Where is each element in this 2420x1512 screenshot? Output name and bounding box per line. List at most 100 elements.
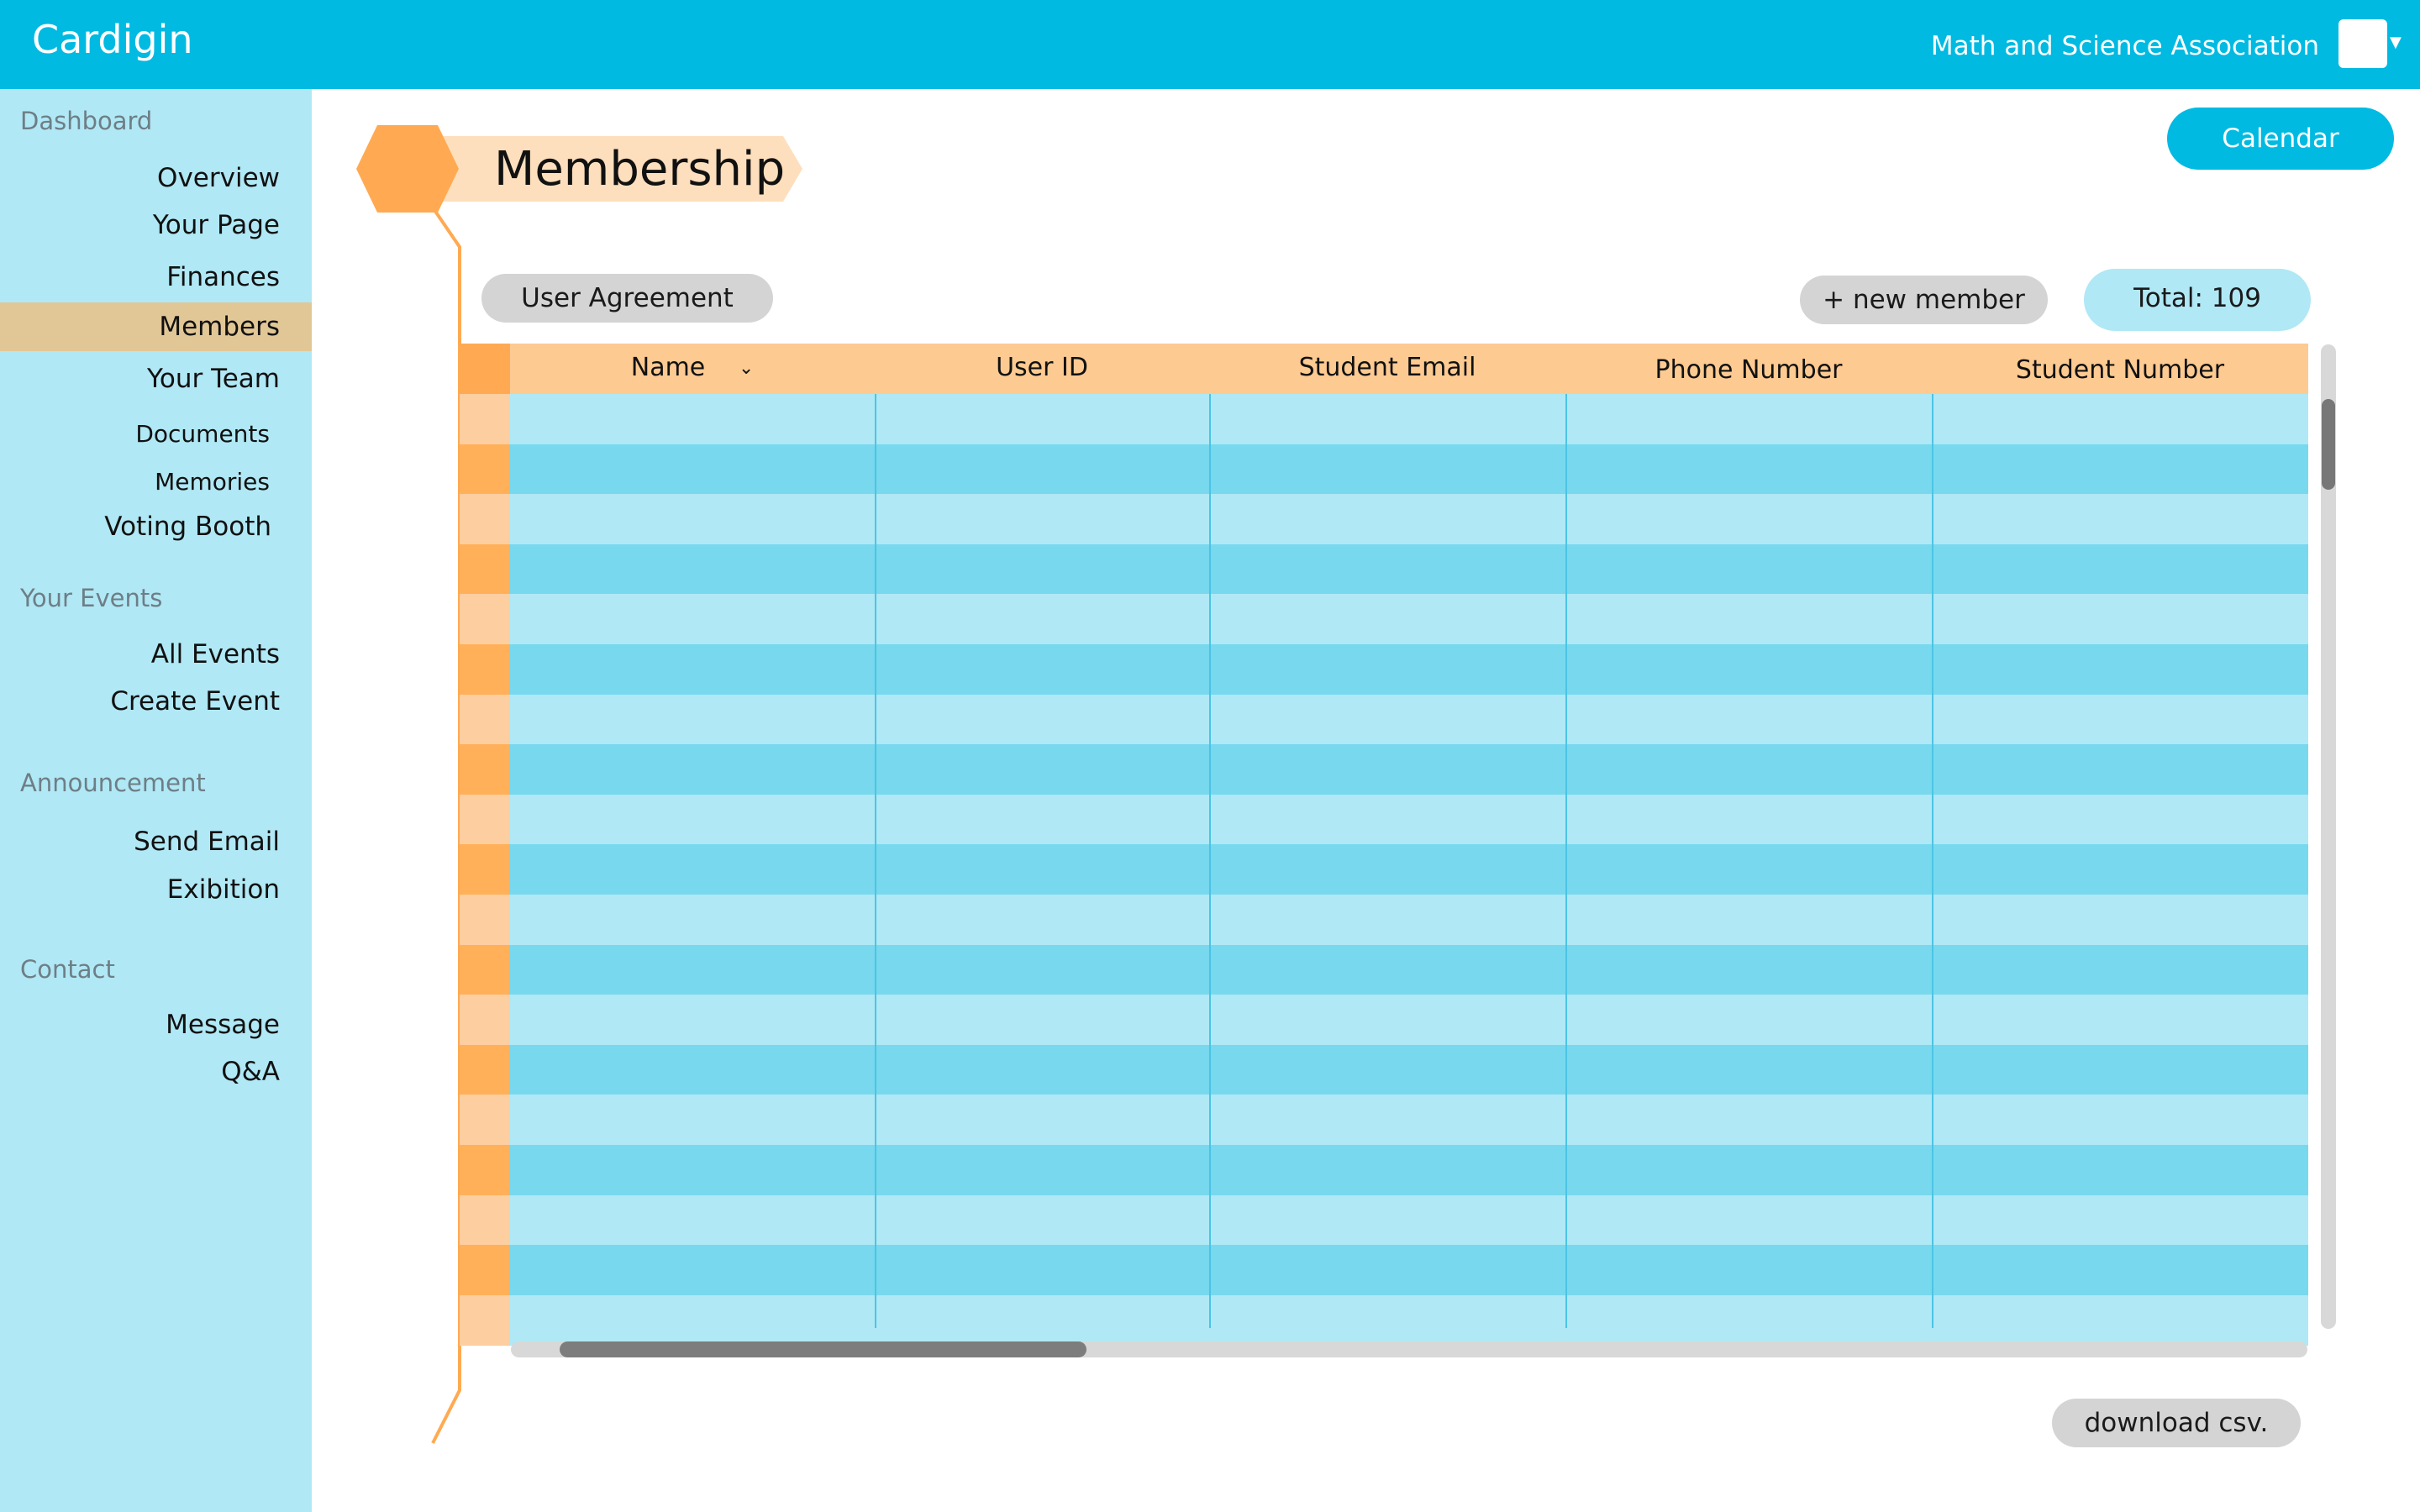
table-row[interactable]	[460, 1245, 2308, 1296]
table-row[interactable]	[460, 444, 2308, 495]
row-select-cell[interactable]	[460, 1245, 510, 1296]
row-select-cell[interactable]	[460, 844, 510, 895]
sidebar-item-all-events[interactable]: All Events	[151, 636, 280, 673]
sidebar-item-send-email[interactable]: Send Email	[134, 823, 280, 860]
row-select-cell[interactable]	[460, 1044, 510, 1095]
row-cells	[510, 1095, 2308, 1146]
calendar-button[interactable]: Calendar	[2167, 108, 2394, 170]
sidebar: Dashboard Overview Your Page Finances Me…	[0, 89, 312, 1512]
table-row[interactable]	[460, 1294, 2308, 1346]
hexagon-icon	[376, 124, 395, 213]
new-member-button[interactable]: + new member	[1800, 276, 2048, 324]
sidebar-item-memories[interactable]: Memories	[155, 464, 270, 501]
chevron-down-icon[interactable]: ▼	[2390, 30, 2402, 55]
row-select-cell[interactable]	[460, 794, 510, 845]
column-header-user-id[interactable]: User ID	[875, 344, 1209, 394]
row-select-cell[interactable]	[460, 1145, 510, 1195]
sidebar-item-message[interactable]: Message	[166, 1006, 280, 1043]
table-row[interactable]	[460, 1194, 2308, 1246]
table-row[interactable]	[460, 844, 2308, 895]
row-select-cell[interactable]	[460, 644, 510, 695]
user-agreement-button[interactable]: User Agreement	[481, 274, 773, 323]
sidebar-item-members[interactable]: Members	[159, 308, 280, 345]
row-cells	[510, 694, 2308, 745]
row-cells	[510, 494, 2308, 545]
column-header-name-label: Name	[630, 353, 706, 382]
table-row[interactable]	[460, 744, 2308, 795]
row-select-cell[interactable]	[460, 1194, 510, 1246]
app-title[interactable]: Cardigin	[32, 13, 193, 66]
download-csv-button[interactable]: download csv.	[2052, 1399, 2301, 1447]
row-cells	[510, 1044, 2308, 1095]
row-select-cell[interactable]	[460, 594, 510, 645]
row-cells	[510, 644, 2308, 695]
page-title: Membership	[494, 142, 786, 197]
vertical-scrollbar[interactable]	[2321, 344, 2336, 1329]
avatar[interactable]	[2338, 19, 2387, 68]
table-row[interactable]	[460, 494, 2308, 545]
organization-name: Math and Science Association	[1930, 31, 2319, 61]
table-row[interactable]	[460, 1095, 2308, 1146]
sidebar-item-overview[interactable]: Overview	[157, 160, 280, 197]
sidebar-item-your-page[interactable]: Your Page	[153, 207, 280, 244]
sidebar-section-dashboard: Dashboard	[20, 107, 153, 135]
row-select-cell[interactable]	[460, 1294, 510, 1346]
table-row[interactable]	[460, 944, 2308, 995]
sidebar-item-documents[interactable]: Documents	[135, 416, 270, 453]
table-row[interactable]	[460, 1044, 2308, 1095]
table-header-corner	[460, 344, 510, 394]
row-select-cell[interactable]	[460, 895, 510, 945]
total-count-badge: Total: 109	[2084, 269, 2311, 331]
row-select-cell[interactable]	[460, 995, 510, 1046]
row-cells	[510, 794, 2308, 845]
row-select-cell[interactable]	[460, 694, 510, 745]
column-divider	[1932, 394, 1933, 1328]
row-select-cell[interactable]	[460, 394, 510, 444]
table-row[interactable]	[460, 895, 2308, 945]
row-cells	[510, 394, 2308, 444]
table-header: Name ⌄ User ID Student Email Phone Numbe…	[460, 344, 2308, 394]
sort-chevron-icon[interactable]: ⌄	[739, 344, 754, 393]
column-header-phone-number[interactable]: Phone Number	[1565, 346, 1932, 396]
members-table: Name ⌄ User ID Student Email Phone Numbe…	[460, 344, 2308, 1346]
row-cells	[510, 1145, 2308, 1195]
table-row[interactable]	[460, 394, 2308, 444]
row-select-cell[interactable]	[460, 494, 510, 545]
table-row[interactable]	[460, 644, 2308, 695]
column-header-name[interactable]: Name ⌄	[510, 344, 875, 394]
table-row[interactable]	[460, 543, 2308, 595]
row-select-cell[interactable]	[460, 744, 510, 795]
row-cells	[510, 1245, 2308, 1296]
sidebar-item-exibition[interactable]: Exibition	[167, 871, 280, 908]
sidebar-item-your-team[interactable]: Your Team	[147, 360, 280, 397]
column-divider	[875, 394, 876, 1328]
table-row[interactable]	[460, 1145, 2308, 1195]
sidebar-item-qa[interactable]: Q&A	[221, 1053, 280, 1090]
row-select-cell[interactable]	[460, 1095, 510, 1146]
row-cells	[510, 1194, 2308, 1246]
sidebar-section-announcement: Announcement	[20, 769, 206, 797]
table-row[interactable]	[460, 594, 2308, 645]
row-select-cell[interactable]	[460, 944, 510, 995]
sidebar-item-create-event[interactable]: Create Event	[110, 683, 280, 720]
timeline-line	[431, 208, 461, 1444]
sidebar-item-finances[interactable]: Finances	[166, 259, 280, 296]
column-divider	[1209, 394, 1211, 1328]
sidebar-section-your-events: Your Events	[20, 584, 163, 612]
horizontal-scrollbar-thumb[interactable]	[560, 1341, 1086, 1357]
column-divider	[1565, 394, 1567, 1328]
row-cells	[510, 1294, 2308, 1346]
table-row[interactable]	[460, 694, 2308, 745]
column-header-student-number[interactable]: Student Number	[1932, 346, 2308, 396]
table-row[interactable]	[460, 794, 2308, 845]
column-header-student-email[interactable]: Student Email	[1209, 344, 1565, 394]
row-cells	[510, 594, 2308, 645]
row-cells	[510, 543, 2308, 595]
row-select-cell[interactable]	[460, 444, 510, 495]
row-cells	[510, 744, 2308, 795]
sidebar-item-voting-booth[interactable]: Voting Booth	[104, 508, 271, 545]
table-row[interactable]	[460, 995, 2308, 1046]
vertical-scrollbar-thumb[interactable]	[2322, 399, 2335, 490]
row-select-cell[interactable]	[460, 543, 510, 595]
row-cells	[510, 944, 2308, 995]
